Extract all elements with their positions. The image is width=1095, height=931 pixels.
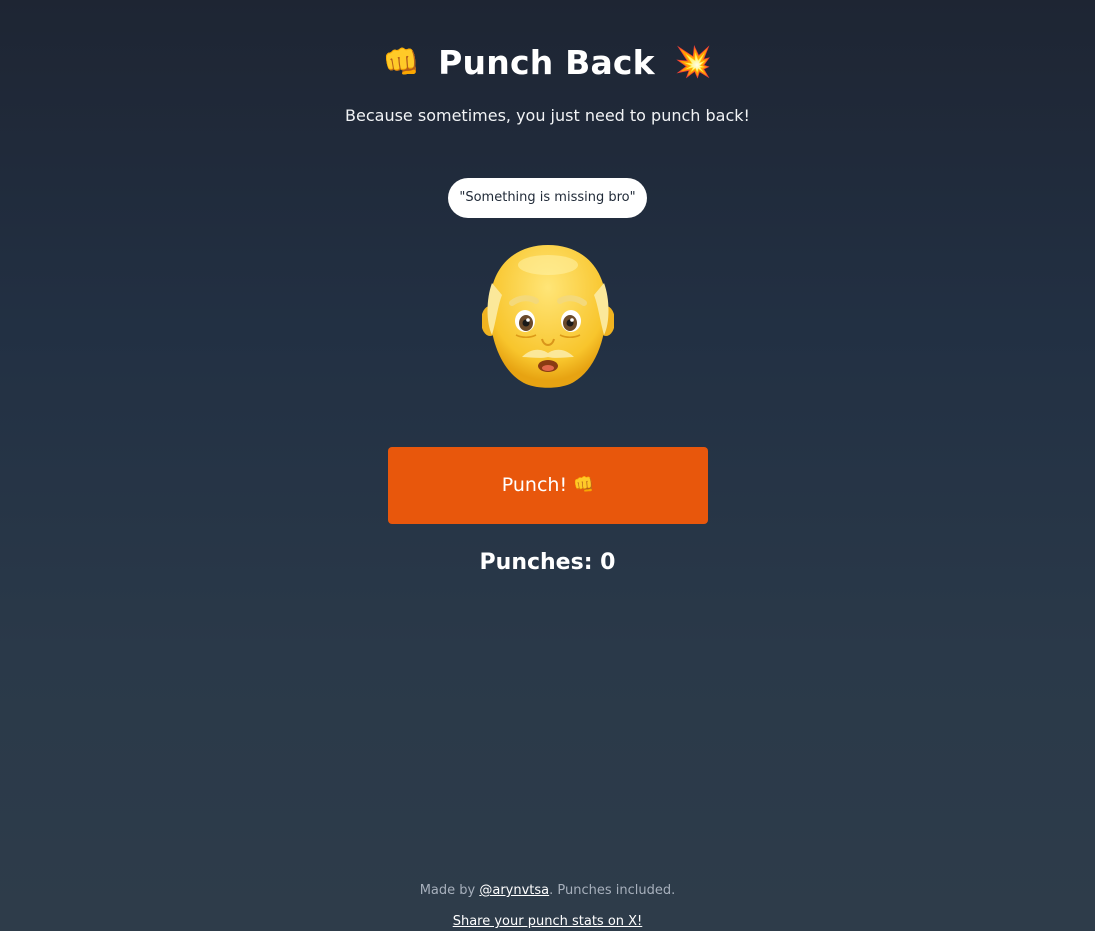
page-title-text: Punch Back xyxy=(438,43,655,82)
older-man-emoji-icon[interactable] xyxy=(482,243,614,389)
share-container: Share your punch stats on X! xyxy=(0,912,1095,931)
punch-button[interactable]: Punch! 👊 xyxy=(388,447,708,524)
footer-credit: Made by @arynvtsa. Punches included. xyxy=(0,881,1095,901)
collision-icon: 💥 xyxy=(674,45,713,80)
footer-prefix: Made by xyxy=(419,883,480,898)
punch-counter: Punches: 0 xyxy=(479,550,616,575)
page-subtitle: Because sometimes, you just need to punc… xyxy=(345,106,750,125)
oncoming-fist-icon: 👊 xyxy=(382,45,421,80)
share-on-x-link[interactable]: Share your punch stats on X! xyxy=(453,914,643,929)
author-link[interactable]: @arynvtsa xyxy=(479,883,549,898)
footer-suffix: . Punches included. xyxy=(549,883,676,898)
speech-bubble: "Something is missing bro" xyxy=(448,178,647,218)
page-title: 👊 Punch Back 💥 xyxy=(0,40,1095,86)
oncoming-fist-icon: 👊 xyxy=(573,475,595,495)
punch-button-label: Punch! xyxy=(501,474,568,496)
